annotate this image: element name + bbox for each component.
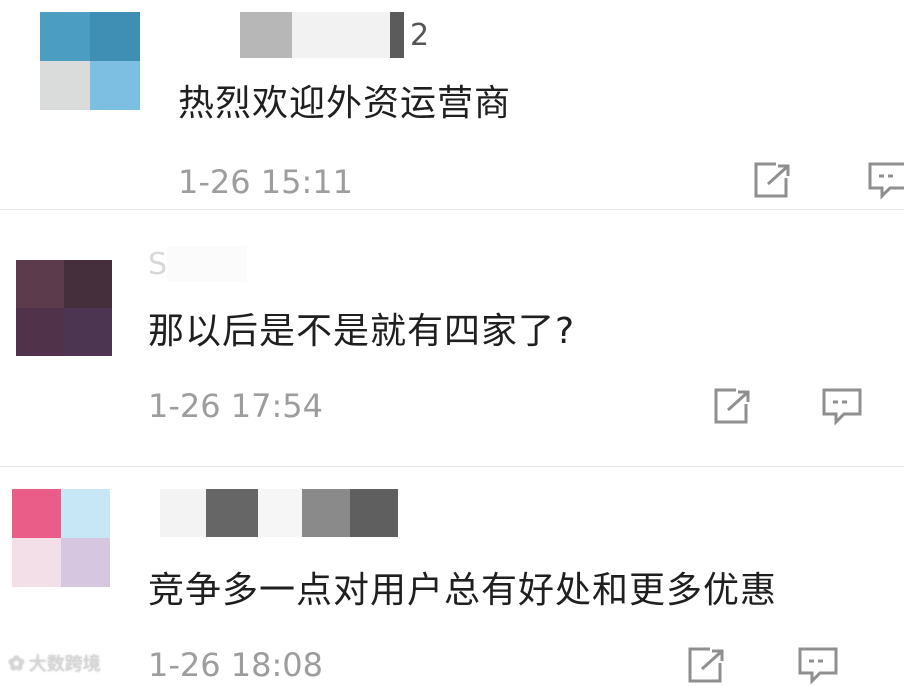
share-icon[interactable] <box>710 386 754 426</box>
reply-icon[interactable] <box>866 160 904 200</box>
comment-text: 那以后是不是就有四家了? <box>148 311 576 352</box>
username[interactable]: 2 <box>240 12 429 58</box>
comment-text: 竞争多一点对用户总有好处和更多优惠 <box>148 570 778 611</box>
username-fragment: S <box>148 246 168 282</box>
username-fragment: 2 <box>410 17 430 53</box>
username[interactable] <box>160 489 398 537</box>
comment-item: S 那以后是不是就有四家了? 1-26 17:54 <box>0 210 904 466</box>
logo-icon: ✿ <box>8 651 25 675</box>
comment-time: 1-26 18:08 <box>148 646 324 684</box>
comment-time: 1-26 17:54 <box>148 387 324 425</box>
comment-item: 竞争多一点对用户总有好处和更多优惠 1-26 18:08 <box>0 467 904 686</box>
avatar[interactable] <box>12 489 110 587</box>
comment-text: 热烈欢迎外资运营商 <box>178 83 512 124</box>
comment-time: 1-26 15:11 <box>178 163 354 201</box>
watermark-text: 大数跨境 <box>28 654 101 675</box>
reply-icon[interactable] <box>796 645 840 685</box>
avatar[interactable] <box>16 260 112 356</box>
comment-item: 2 热烈欢迎外资运营商 1-26 15:11 <box>0 0 904 210</box>
watermark: ✿ 大数跨境 <box>8 650 101 676</box>
share-icon[interactable] <box>750 160 794 200</box>
reply-icon[interactable] <box>820 386 864 426</box>
share-icon[interactable] <box>684 645 728 685</box>
username[interactable]: S <box>148 246 248 282</box>
avatar[interactable] <box>40 12 140 110</box>
